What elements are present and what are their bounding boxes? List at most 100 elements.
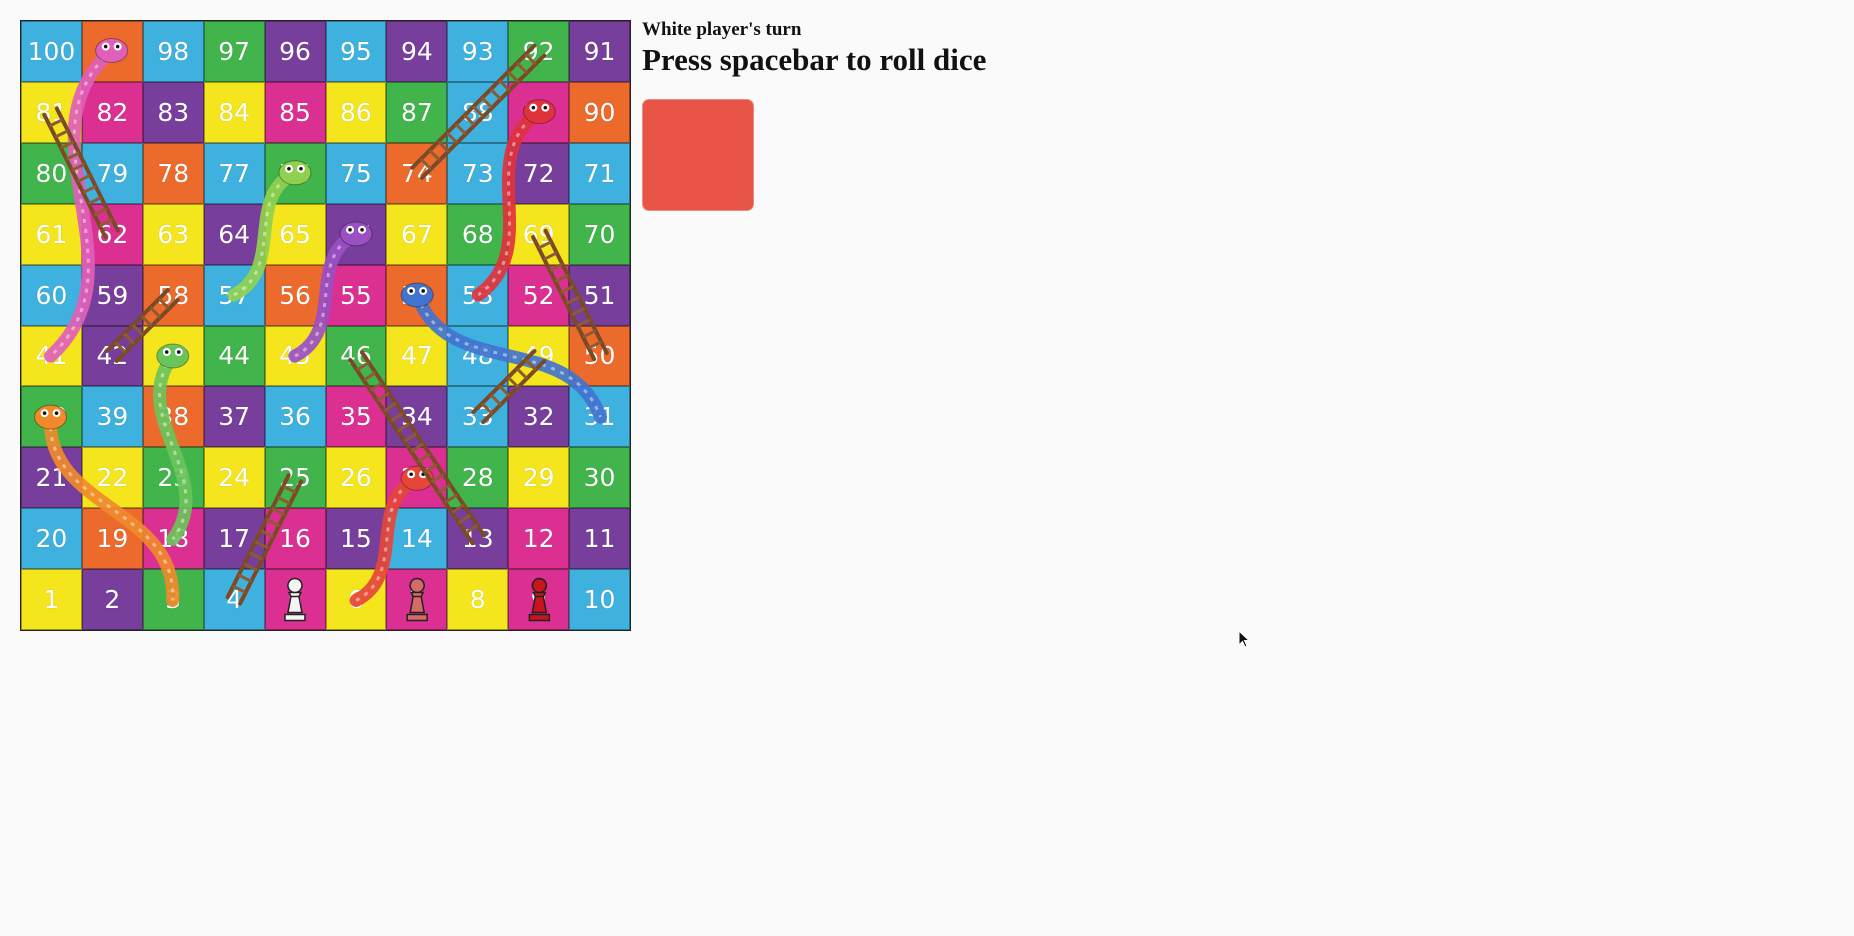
board-square: 22	[81, 447, 143, 509]
board-square: 88	[447, 81, 509, 143]
board-square: 35	[325, 386, 387, 448]
board-square: 90	[569, 81, 630, 143]
board-square: 46	[325, 325, 387, 387]
board-square: 43	[142, 325, 204, 387]
board-square: 78	[142, 142, 204, 204]
board-square: 92	[508, 21, 570, 82]
board-square: 80	[21, 142, 82, 204]
board-square: 96	[264, 21, 326, 82]
board-square: 79	[81, 142, 143, 204]
board-square: 77	[203, 142, 265, 204]
board-square: 41	[21, 325, 82, 387]
board-square: 75	[325, 142, 387, 204]
board-square: 56	[264, 264, 326, 326]
board-square: 61	[21, 203, 82, 265]
board-square: 16	[264, 508, 326, 570]
board-square: 3	[142, 569, 204, 630]
board-square: 38	[142, 386, 204, 448]
board-square: 49	[508, 325, 570, 387]
board-square: 19	[81, 508, 143, 570]
board-square: 23	[142, 447, 204, 509]
board-square: 14	[386, 508, 448, 570]
board-square: 60	[21, 264, 82, 326]
board-square: 97	[203, 21, 265, 82]
board-square: 84	[203, 81, 265, 143]
board-square: 34	[386, 386, 448, 448]
board-square: 28	[447, 447, 509, 509]
board-square: 65	[264, 203, 326, 265]
board-square: 25	[264, 447, 326, 509]
board-square: 9	[508, 569, 570, 630]
board-square: 30	[569, 447, 630, 509]
board-square: 70	[569, 203, 630, 265]
board-square: 94	[386, 21, 448, 82]
board-square: 45	[264, 325, 326, 387]
board-square: 8	[447, 569, 509, 630]
board-square: 32	[508, 386, 570, 448]
board-square: 17	[203, 508, 265, 570]
board-square: 57	[203, 264, 265, 326]
board-square: 74	[386, 142, 448, 204]
board-square: 83	[142, 81, 204, 143]
board-square: 1	[21, 569, 82, 630]
dice[interactable]	[642, 99, 754, 211]
board-square: 99	[81, 21, 143, 82]
board-square: 53	[447, 264, 509, 326]
board-square: 73	[447, 142, 509, 204]
board-square: 39	[81, 386, 143, 448]
board-square: 89	[508, 81, 570, 143]
mouse-cursor-icon	[1238, 630, 1251, 648]
board-square: 10	[569, 569, 630, 630]
board-square: 15	[325, 508, 387, 570]
board-square: 82	[81, 81, 143, 143]
board-square: 18	[142, 508, 204, 570]
board-square: 91	[569, 21, 630, 82]
board-square: 13	[447, 508, 509, 570]
board-square: 100	[21, 21, 82, 82]
board-square: 95	[325, 21, 387, 82]
board-square: 12	[508, 508, 570, 570]
game-board: 100 99 98 97 96 95 94 93 92 91 81 82 83 84 85 86 87 88 89 9…	[20, 20, 631, 631]
roll-instruction: Press spacebar to roll dice	[642, 42, 987, 77]
board-square: 86	[325, 81, 387, 143]
board-square: 2	[81, 569, 143, 630]
board-square: 54	[386, 264, 448, 326]
board-square: 50	[569, 325, 630, 387]
board-square: 72	[508, 142, 570, 204]
board-square: 76	[264, 142, 326, 204]
board-square: 47	[386, 325, 448, 387]
turn-indicator: White player's turn	[642, 19, 802, 40]
board-square: 51	[569, 264, 630, 326]
board-square: 4	[203, 569, 265, 630]
board-square: 6	[325, 569, 387, 630]
board-square: 68	[447, 203, 509, 265]
board-square: 44	[203, 325, 265, 387]
board-square: 37	[203, 386, 265, 448]
board-square: 5	[264, 569, 326, 630]
board-square: 93	[447, 21, 509, 82]
board-square: 48	[447, 325, 509, 387]
board-square: 26	[325, 447, 387, 509]
board-square: 42	[81, 325, 143, 387]
board-square: 29	[508, 447, 570, 509]
board-square: 85	[264, 81, 326, 143]
board-square: 58	[142, 264, 204, 326]
board-square: 87	[386, 81, 448, 143]
board-square: 63	[142, 203, 204, 265]
board-square: 66	[325, 203, 387, 265]
board-square: 20	[21, 508, 82, 570]
board-square: 40	[21, 386, 82, 448]
board-square: 81	[21, 81, 82, 143]
board-square: 24	[203, 447, 265, 509]
board-square: 98	[142, 21, 204, 82]
board-square: 27	[386, 447, 448, 509]
board-square: 71	[569, 142, 630, 204]
board-square: 36	[264, 386, 326, 448]
board-square: 62	[81, 203, 143, 265]
board-square: 31	[569, 386, 630, 448]
board-square: 59	[81, 264, 143, 326]
board-square: 64	[203, 203, 265, 265]
board-square: 11	[569, 508, 630, 570]
board-square: 55	[325, 264, 387, 326]
board-square: 33	[447, 386, 509, 448]
